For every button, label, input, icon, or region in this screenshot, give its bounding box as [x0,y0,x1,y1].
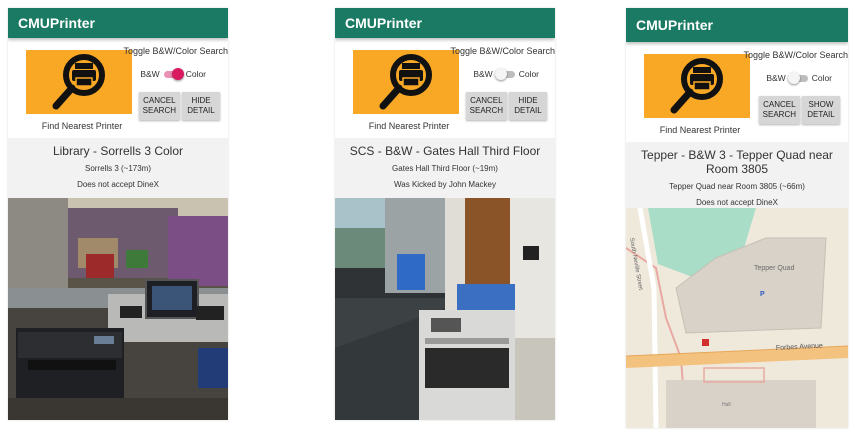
phone-screen-2: CMUPrinter Find Nearest Printer Toggle B… [335,8,555,420]
map-building-label: Tepper Quad [754,265,795,272]
find-printer-button[interactable] [353,50,459,114]
find-nearest-label: Find Nearest Printer [659,125,741,135]
search-panel: Find Nearest Printer Toggle B&W/Color Se… [626,42,848,142]
bw-label: B&W [140,69,160,79]
color-toggle-switch[interactable] [494,68,516,80]
cancel-search-button[interactable]: CANCEL SEARCH [465,92,507,120]
color-label: Color [518,69,539,79]
search-panel: Find Nearest Printer Toggle B&W/Color Se… [335,38,555,138]
color-toggle-row: B&W Color [766,72,832,84]
phone-screen-3: CMUPrinter Find Nearest Printer Toggle B… [626,8,848,428]
toggle-title: Toggle B&W/Color Search [450,46,555,56]
action-buttons: CANCEL SEARCH HIDE DETAIL [138,92,220,120]
magnifier-printer-icon [379,54,432,110]
magnifier-printer-icon [52,54,105,110]
find-nearest-label: Find Nearest Printer [368,121,450,131]
printer-name: Library - Sorrells 3 Color [52,144,184,158]
map-hall-label: Hall [722,402,731,408]
cancel-search-button[interactable]: CANCEL SEARCH [758,96,800,124]
color-toggle-row: B&W Color [473,68,539,80]
app-bar: CMUPrinter [8,8,228,38]
color-label: Color [185,69,206,79]
color-toggle-switch[interactable] [787,72,809,84]
hide-detail-button[interactable]: HIDE DETAIL [182,92,220,120]
map-parking-marker: P [760,291,765,298]
printer-note: Was Kicked by John Mackey [394,180,496,189]
printer-info: Tepper - B&W 3 - Tepper Quad near Room 3… [626,142,848,207]
printer-photo [335,198,555,420]
toggle-title: Toggle B&W/Color Search [123,46,228,56]
app-bar: CMUPrinter [335,8,555,38]
printer-name: Tepper - B&W 3 - Tepper Quad near Room 3… [641,148,833,176]
printer-note: Does not accept DineX [77,180,159,189]
color-toggle-switch[interactable] [163,68,184,80]
printer-location: Tepper Quad near Room 3805 (~66m) [669,182,805,191]
printer-info: SCS - B&W - Gates Hall Third Floor Gates… [335,138,555,189]
app-bar: CMUPrinter [626,8,848,42]
printer-location: Sorrells 3 (~173m) [84,164,152,173]
color-label: Color [811,73,832,83]
printer-info: Library - Sorrells 3 Color Sorrells 3 (~… [8,138,228,189]
bw-label: B&W [473,69,493,79]
printer-map[interactable]: Tepper Quad P Forbes Avenue South Nevill… [626,208,848,428]
printer-photo [8,198,228,420]
action-buttons: CANCEL SEARCH SHOW DETAIL [758,96,840,124]
printer-note: Does not accept DineX [696,198,778,207]
action-buttons: CANCEL SEARCH HIDE DETAIL [465,92,547,120]
find-nearest-label: Find Nearest Printer [41,121,123,131]
toggle-title: Toggle B&W/Color Search [743,50,848,60]
phone-screen-1: CMUPrinter Find Nearest Printer Toggle B… [8,8,228,420]
search-panel: Find Nearest Printer Toggle B&W/Color Se… [8,38,228,138]
hide-detail-button[interactable]: HIDE DETAIL [509,92,547,120]
find-printer-button[interactable] [644,54,750,118]
printer-name: SCS - B&W - Gates Hall Third Floor [349,144,541,158]
printer-location: Gates Hall Third Floor (~19m) [392,164,498,173]
find-printer-button[interactable] [26,50,132,114]
show-detail-button[interactable]: SHOW DETAIL [802,96,840,124]
magnifier-printer-icon [670,58,723,114]
color-toggle-row: B&W Color [140,68,206,80]
cancel-search-button[interactable]: CANCEL SEARCH [138,92,180,120]
bw-label: B&W [766,73,786,83]
